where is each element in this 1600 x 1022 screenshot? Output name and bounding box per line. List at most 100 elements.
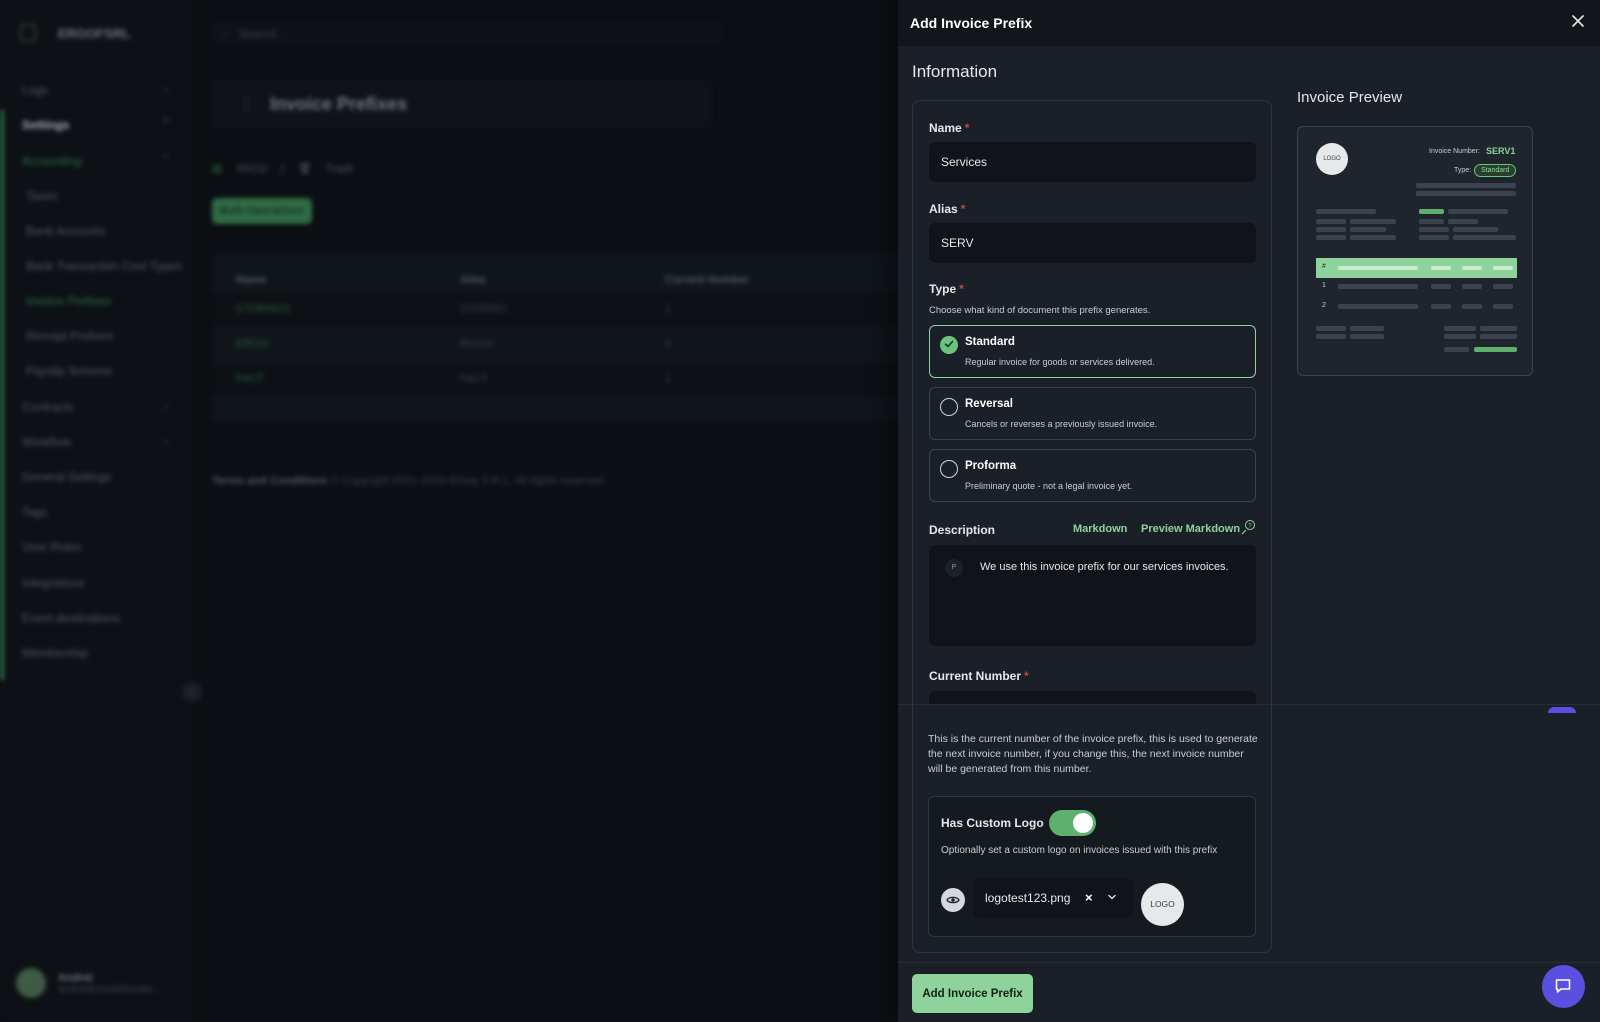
preview-placeholder-line: [1316, 235, 1346, 240]
sidebar-item-taxes[interactable]: Taxes: [0, 189, 190, 203]
sidebar-item-label: User Roles: [22, 540, 82, 554]
preview-logo-button[interactable]: [941, 888, 965, 912]
preview-placeholder-line: [1350, 235, 1396, 240]
sidebar-item-integrations[interactable]: Integrations: [0, 576, 190, 590]
sidebar-item-settings[interactable]: Settings ⌃: [0, 118, 190, 132]
preview-placeholder-line: [1416, 191, 1516, 196]
sidebar-item-user-roles[interactable]: User Roles: [0, 540, 190, 554]
sidebar-collapse-button[interactable]: ‹: [182, 682, 202, 702]
preview-placeholder-line: [1480, 326, 1517, 331]
trash-icon[interactable]: 🗑: [298, 162, 312, 175]
preview-placeholder-line: [1493, 266, 1513, 270]
preview-placeholder-line: [1462, 284, 1482, 289]
sidebar-item-label: Contracts: [22, 400, 74, 414]
cell-name: FACT: [236, 373, 265, 385]
description-editor[interactable]: P We use this invoice prefix for our ser…: [929, 545, 1256, 646]
type-option-standard[interactable]: Standard Regular invoice for goods or se…: [929, 325, 1256, 378]
chat-button[interactable]: [1542, 965, 1585, 1008]
eye-icon: [946, 896, 960, 904]
preview-markdown-tab[interactable]: Preview Markdown: [1141, 523, 1240, 535]
sidebar-item-label: General Settings: [22, 470, 112, 484]
name-input[interactable]: [929, 142, 1256, 182]
avatar: [16, 968, 46, 998]
sidebar-item-invoice-prefixes[interactable]: Invoice Prefixes: [0, 294, 190, 308]
logo-file-select[interactable]: logotest123.png ×: [973, 878, 1133, 918]
chevron-down-icon[interactable]: [1107, 892, 1117, 902]
sidebar-item-label: Membership: [22, 646, 89, 660]
type-option-proforma[interactable]: Proforma Preliminary quote - not a legal…: [929, 449, 1256, 502]
excel-button[interactable]: XKCD: [236, 163, 267, 175]
column-header-current-number[interactable]: Current Number: [665, 274, 749, 286]
type-label: Type *: [929, 282, 964, 296]
option-title: Reversal: [965, 398, 1013, 410]
preview-placeholder-line: [1480, 334, 1517, 339]
preview-placeholder-line: [1316, 227, 1346, 232]
preview-placeholder-line: [1444, 334, 1476, 339]
sidebar-item-tags[interactable]: Tags: [0, 505, 190, 519]
option-description: Regular invoice for goods or services de…: [965, 357, 1155, 367]
preview-placeholder-line: [1462, 266, 1482, 270]
current-number-help: This is the current number of the invoic…: [928, 733, 1258, 775]
sidebar-item-contracts[interactable]: Contracts ⌄: [0, 400, 190, 414]
clear-file-button[interactable]: ×: [1085, 890, 1093, 905]
custom-logo-toggle[interactable]: [1049, 810, 1096, 836]
toolbar-divider: |: [280, 162, 284, 175]
preview-placeholder-line: [1338, 284, 1418, 289]
sidebar-item-bank-cost-types[interactable]: Bank Transaction Cost Types: [0, 259, 190, 273]
sidebar-item-label: Event destinations: [22, 611, 121, 625]
option-description: Preliminary quote - not a legal invoice …: [965, 481, 1133, 491]
excel-icon[interactable]: ▤: [212, 162, 222, 175]
sidebar-item-event-destinations[interactable]: Event destinations: [0, 611, 190, 625]
section-title: Information: [912, 62, 998, 81]
sidebar-item-payslip-scheme[interactable]: Payslip Scheme: [0, 364, 190, 378]
cell-current-number: 1: [665, 303, 672, 315]
preview-placeholder-line: [1338, 304, 1418, 309]
add-invoice-prefix-button[interactable]: Add Invoice Prefix: [912, 974, 1033, 1013]
user-profile[interactable]: Andrei andrei@emaildomain...: [16, 968, 161, 998]
sidebar-item-label: Bank Transaction Cost Types: [26, 259, 182, 273]
selected-file-name: logotest123.png: [985, 891, 1071, 905]
search-placeholder: Search: [238, 27, 277, 41]
current-number-label: Current Number *: [929, 669, 1029, 683]
preview-placeholder-line: [1448, 219, 1478, 224]
global-search[interactable]: ⌕ Search: [212, 22, 722, 46]
option-title: Proforma: [965, 460, 1017, 472]
preview-placeholder-line: [1350, 227, 1386, 232]
page-title: Invoice Prefixes: [270, 93, 408, 114]
sidebar-item-label: Receipt Prefixes: [26, 329, 114, 343]
table-row[interactable]: STORNOS STORNO 1: [212, 292, 902, 327]
sidebar-item-membership[interactable]: Membership: [0, 646, 190, 660]
preview-placeholder-line: [1453, 227, 1498, 232]
column-header-name[interactable]: Name: [236, 274, 266, 286]
markdown-help-icon[interactable]: ?: [1239, 519, 1257, 537]
bulk-operations-button[interactable]: Bulk Operations: [212, 198, 312, 224]
type-option-reversal[interactable]: Reversal Cancels or reverses a previousl…: [929, 387, 1256, 440]
description-label: Description: [929, 523, 996, 537]
paragraph-tag-badge: P: [945, 559, 963, 577]
sidebar-item-bank-accounts[interactable]: Bank Accounts: [0, 224, 190, 238]
close-button[interactable]: [1566, 10, 1590, 34]
sidebar-item-logs[interactable]: Logs ⌄: [0, 83, 190, 97]
sidebar-item-receipt-prefixes[interactable]: Receipt Prefixes: [0, 329, 190, 343]
cell-alias: ROOO: [460, 338, 494, 350]
markdown-tab[interactable]: Markdown: [1073, 523, 1127, 535]
trash-button[interactable]: Trash: [326, 163, 354, 175]
sidebar-item-general-settings[interactable]: General Settings: [0, 470, 190, 484]
terms-link[interactable]: Terms and Conditions: [212, 475, 327, 487]
cell-name: EROO: [236, 338, 269, 350]
table-row[interactable]: EROO ROOO 4: [212, 327, 902, 362]
sidebar-item-workflow[interactable]: Workflow ⌄: [0, 435, 190, 449]
column-header-alias[interactable]: Alias: [460, 274, 486, 286]
current-number-label-text: Current Number: [929, 669, 1022, 683]
radio-unchecked: [940, 398, 958, 416]
preview-type-label: Type:: [1454, 167, 1472, 174]
svg-text:?: ?: [1248, 523, 1252, 529]
preview-placeholder-line: [1316, 209, 1376, 214]
preview-placeholder-line: [1419, 235, 1449, 240]
description-text: We use this invoice prefix for our servi…: [980, 561, 1229, 573]
preview-total-line: [1474, 347, 1517, 352]
table-row[interactable]: FACT FACT 1: [212, 362, 902, 397]
alias-input[interactable]: [929, 223, 1256, 263]
preview-placeholder-line: [1493, 304, 1513, 309]
sidebar-item-accounting[interactable]: Accounting ⌃: [0, 154, 190, 168]
